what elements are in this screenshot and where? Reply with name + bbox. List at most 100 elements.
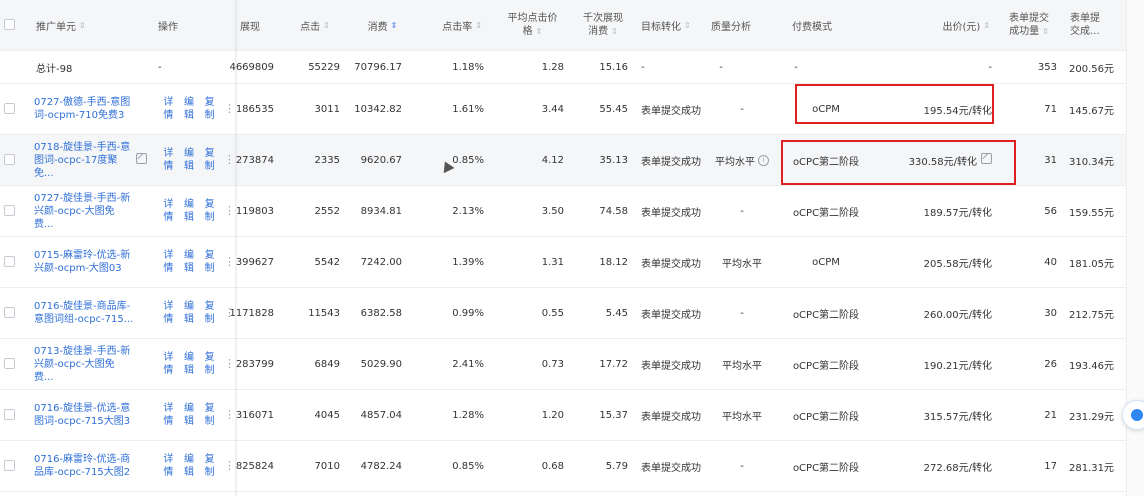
row-actions: 详 情 编 辑 复 制 (158, 84, 220, 134)
detail-button[interactable]: 详 情 (158, 351, 179, 377)
detail-button[interactable]: 详 情 (158, 249, 179, 275)
row-checkbox[interactable] (4, 307, 15, 318)
cell-ctr: 0.99% (452, 307, 484, 319)
edit-button[interactable]: 编 辑 (179, 453, 200, 479)
sort-icon[interactable]: ⇕ (983, 21, 990, 30)
header-pay: 付费模式 (792, 21, 832, 33)
table-row: 0716-旋佳景-优选-意 图词-ocpc-715大图3 详 情 编 辑 复 制… (0, 390, 1126, 441)
row-checkbox[interactable] (4, 256, 15, 267)
copy-button[interactable]: 复 制 (199, 351, 220, 377)
unit-name-link[interactable]: 0716-旋佳景-优选-意 图词-ocpc-715大图3 (34, 402, 130, 428)
cell-clicks: 6849 (314, 358, 340, 370)
cell-cpm: 5.79 (605, 460, 628, 472)
cell-quality: - (740, 460, 744, 472)
sort-icon[interactable]: ⇕ (611, 27, 618, 36)
header-cost[interactable]: 消费 ⇕ (355, 0, 410, 50)
edit-button[interactable]: 编 辑 (179, 198, 200, 224)
cell-cpc: 3.50 (541, 205, 564, 217)
cell-cost: 4782.24 (360, 460, 402, 472)
detail-button[interactable]: 详 情 (158, 300, 179, 326)
cell-cpa: 145.67元 (1069, 105, 1114, 117)
cell-quality: 平均水平 i (711, 135, 773, 185)
cell-bid: 190.21元/转化 (923, 360, 992, 372)
cell-cost: 7242.00 (360, 256, 402, 268)
header-conv[interactable]: 表单提交 成功量 ⇕ (1000, 0, 1058, 50)
copy-button[interactable]: 复 制 (199, 402, 220, 428)
header-clicks[interactable]: 点击 ⇕ (290, 0, 340, 50)
edit-button[interactable]: 编 辑 (179, 402, 200, 428)
cell-clicks: 11543 (308, 307, 340, 319)
copy-button[interactable]: 复 制 (199, 249, 220, 275)
cell-clicks: 2335 (314, 154, 340, 166)
header-goal[interactable]: 目标转化 ⇕ (641, 0, 711, 50)
unit-name-link[interactable]: 0715-麻雷玲-优选-新 兴颜-ocpm-大图03 (34, 249, 130, 275)
edit-button[interactable]: 编 辑 (179, 96, 200, 122)
cell-pay: oCPC第二阶段 (792, 207, 860, 219)
copy-button[interactable]: 复 制 (199, 300, 220, 326)
sort-desc-icon[interactable]: ⇕ (391, 21, 398, 30)
detail-button[interactable]: 详 情 (158, 453, 179, 479)
row-actions: 详 情 编 辑 复 制 (158, 186, 220, 236)
header-ctr[interactable]: 点击率 ⇕ (420, 0, 482, 50)
cell-ctr: 2.13% (452, 205, 484, 217)
cell-bid: 272.68元/转化 (923, 462, 992, 474)
edit-button[interactable]: 编 辑 (179, 147, 200, 173)
sort-icon[interactable]: ⇕ (1042, 27, 1049, 36)
cell-ctr: 1.28% (452, 409, 484, 421)
edit-button[interactable]: 编 辑 (179, 249, 200, 275)
table-row: 0715-麻雷玲-优选-新 兴颜-ocpm-大图03 详 情 编 辑 复 制 ⋮… (0, 237, 1126, 288)
row-checkbox[interactable] (4, 154, 15, 165)
copy-button[interactable]: 复 制 (199, 453, 220, 479)
detail-button[interactable]: 详 情 (158, 96, 179, 122)
row-checkbox[interactable] (4, 358, 15, 369)
row-checkbox[interactable] (4, 205, 15, 216)
cell-pay: oCPC第二阶段 (792, 462, 860, 474)
chat-float-button[interactable] (1122, 400, 1144, 430)
sort-icon[interactable]: ⇕ (79, 21, 86, 30)
unit-name-link[interactable]: 0727-傲德-手西-意图 词-ocpm-710免费3 (34, 96, 130, 122)
detail-button[interactable]: 详 情 (158, 147, 179, 173)
cell-conv: 71 (1044, 103, 1057, 115)
unit-name-link[interactable]: 0718-旋佳景-手西-意 图词-ocpc-17度聚免... (34, 141, 134, 180)
cell-cpa: 231.29元 (1069, 411, 1114, 423)
table-row: 0716-旋佳景-商品库- 意图词组-ocpc-715... 详 情 编 辑 复… (0, 288, 1126, 339)
edit-button[interactable]: 编 辑 (179, 351, 200, 377)
row-checkbox[interactable] (4, 460, 15, 471)
detail-button[interactable]: 详 情 (158, 198, 179, 224)
cell-cost: 5029.90 (360, 358, 402, 370)
unit-name-link[interactable]: 0727-旋佳景-手西-新 兴颜-ocpc-大图免费... (34, 192, 134, 231)
edit-button[interactable]: 编 辑 (179, 300, 200, 326)
row-actions: 详 情 编 辑 复 制 (158, 135, 220, 185)
cell-goal: 表单提交成功 (641, 309, 701, 321)
header-bid[interactable]: 出价(元) ⇕ (900, 0, 990, 50)
edit-name-icon[interactable] (136, 153, 147, 164)
select-all-checkbox[interactable] (4, 19, 15, 30)
sort-icon[interactable]: ⇕ (475, 21, 482, 30)
unit-name-link[interactable]: 0716-麻雷玲-优选-商 品库-ocpc-715大图2 (34, 453, 130, 479)
cell-cpm: 17.72 (599, 358, 628, 370)
unit-name-link[interactable]: 0713-旋佳景-手西-新 兴颜-ocpc-大图免费... (34, 345, 134, 384)
copy-button[interactable]: 复 制 (199, 147, 220, 173)
header-cpm[interactable]: 千次展现 消费 ⇕ (572, 0, 634, 50)
unit-name-link[interactable]: 0716-旋佳景-商品库- 意图词组-ocpc-715... (34, 300, 133, 326)
sort-icon[interactable]: ⇕ (536, 27, 543, 36)
copy-button[interactable]: 复 制 (199, 198, 220, 224)
cell-clicks: 2552 (314, 205, 340, 217)
sort-icon[interactable]: ⇕ (323, 21, 330, 30)
sort-icon[interactable]: ⇕ (684, 21, 691, 30)
row-checkbox[interactable] (4, 103, 15, 114)
cell-quality: - (740, 307, 744, 319)
cell-goal: 表单提交成功 (641, 258, 701, 270)
cell-pay: oCPM (812, 256, 840, 268)
info-icon[interactable]: i (758, 155, 769, 166)
cell-cpc: 0.68 (541, 460, 564, 472)
header-impressions[interactable]: 展现 (240, 0, 290, 50)
copy-button[interactable]: 复 制 (199, 96, 220, 122)
header-unit[interactable]: 推广单元 ⇕ (36, 0, 146, 50)
cell-cpm: 55.45 (599, 103, 628, 115)
cell-bid: 189.57元/转化 (923, 207, 992, 219)
header-cpa[interactable]: 表单提 交成... (1070, 0, 1126, 50)
row-checkbox[interactable] (4, 409, 15, 420)
header-cpc[interactable]: 平均点击价格 ⇕ (500, 0, 565, 50)
detail-button[interactable]: 详 情 (158, 402, 179, 428)
